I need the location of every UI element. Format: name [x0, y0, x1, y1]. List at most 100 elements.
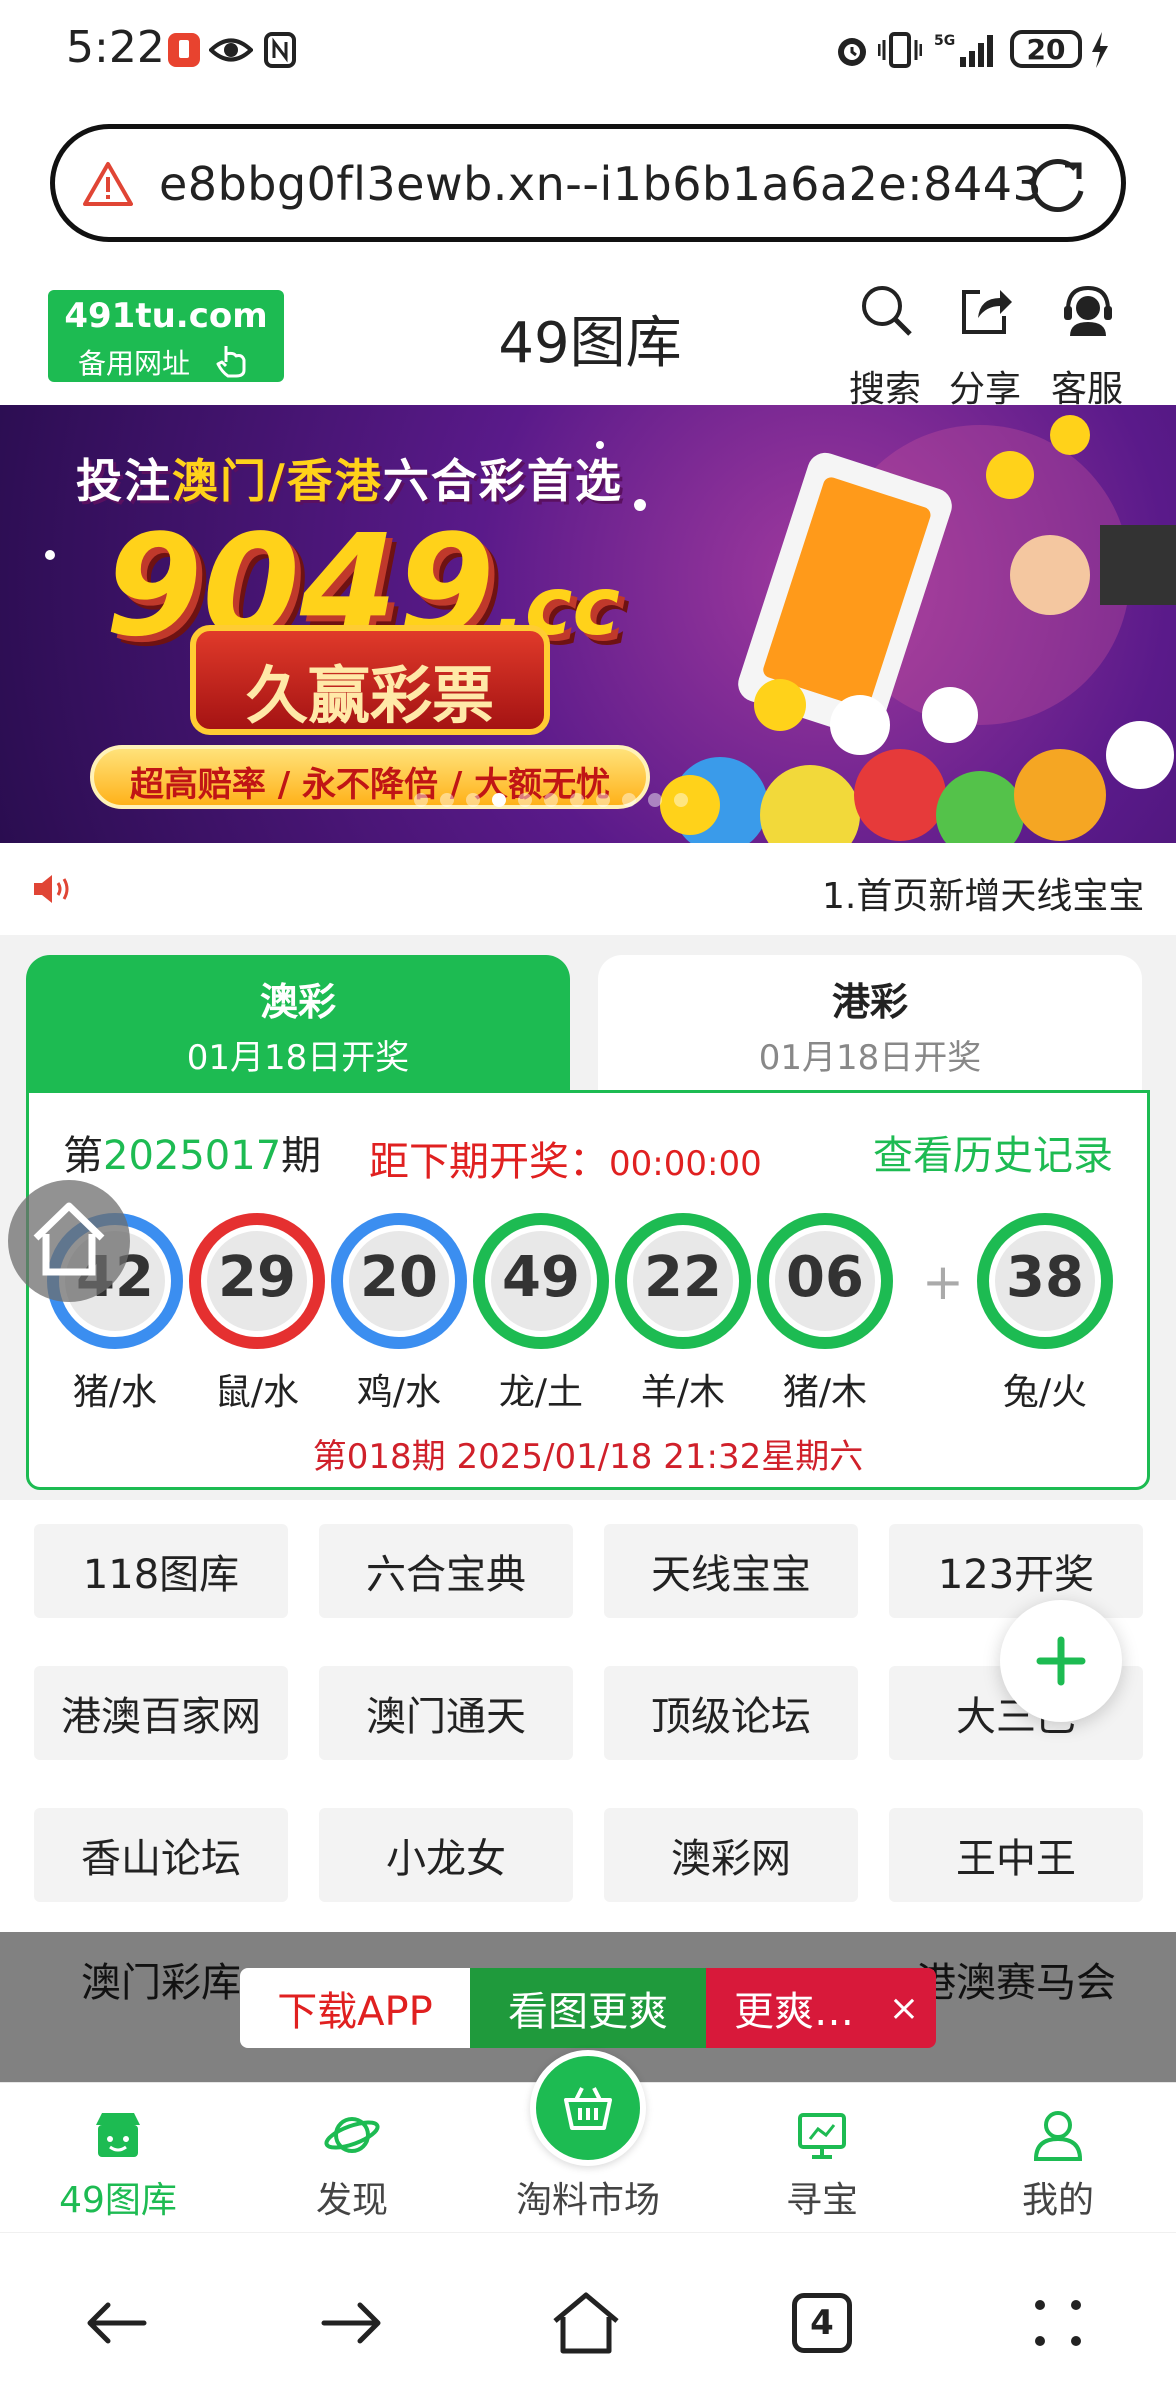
history-link[interactable]: 查看历史记录: [873, 1123, 1113, 1181]
nav-discover[interactable]: 发现: [252, 2083, 452, 2233]
status-bar: 5:22 5G 20: [0, 0, 1176, 100]
user-icon: [1033, 2111, 1083, 2161]
back-arrow-icon: [87, 2302, 147, 2344]
charging-icon: [1088, 30, 1112, 70]
battery-indicator: 20: [1010, 30, 1082, 68]
app-promo-bar[interactable]: 下载APP 看图更爽 更爽… ×: [240, 1968, 936, 2048]
grid-link[interactable]: 123开奖: [889, 1524, 1143, 1618]
download-app-button[interactable]: 下载APP: [240, 1968, 470, 2048]
tab-date: 01月18日开奖: [758, 1038, 982, 1078]
tab-date: 01月18日开奖: [186, 1038, 410, 1078]
floating-home-button[interactable]: [8, 1180, 130, 1302]
grid-link[interactable]: 小龙女: [319, 1808, 573, 1902]
site-header: 491tu.com 备用网址 49图库 搜索 分享 客服: [0, 270, 1176, 410]
app-notification-icon: [166, 30, 202, 70]
tab-count: 4: [792, 2293, 852, 2353]
ball-zodiac: 猪/水: [72, 1372, 158, 1413]
nav-label: 发现: [315, 2180, 388, 2221]
grid-link[interactable]: 王中王: [889, 1808, 1143, 1902]
banner-slogan: 超高赔率 / 永不降倍 / 大额无忧: [129, 765, 611, 805]
plus-separator: +: [922, 1253, 964, 1311]
grid-link[interactable]: 六合宝典: [319, 1524, 573, 1618]
headset-icon: [1064, 285, 1112, 336]
monitor-icon: [798, 2113, 846, 2159]
grid-link[interactable]: 顶级论坛: [604, 1666, 858, 1760]
carousel-dot[interactable]: [674, 793, 688, 807]
carousel-dot[interactable]: [414, 793, 428, 807]
grid-link[interactable]: 港澳百家网: [34, 1666, 288, 1760]
market-center-button[interactable]: [530, 2050, 646, 2166]
ball-zodiac: 猪/木: [782, 1372, 868, 1413]
nav-49-gallery[interactable]: 49图库: [18, 2083, 218, 2233]
vibrate-icon: [878, 30, 922, 70]
notice-bar[interactable]: 1.首页新增天线宝宝: [0, 843, 1176, 935]
floating-add-button[interactable]: [1000, 1600, 1122, 1722]
basket-icon: [564, 2087, 612, 2130]
banner-name-plate: 久赢彩票: [190, 625, 550, 735]
lottery-ball: 20: [331, 1213, 467, 1349]
menu-button[interactable]: [1008, 2273, 1108, 2373]
address-bar[interactable]: e8bbg0fl3ewb.xn--i1b6b1a6a2e:8443: [50, 124, 1126, 242]
grid-link[interactable]: 天线宝宝: [604, 1524, 858, 1618]
link-grid: 118图库 六合宝典 天线宝宝 123开奖 港澳百家网 澳门通天 顶级论坛 大三…: [0, 1500, 1176, 1940]
section-divider: [0, 935, 1176, 955]
ball-zodiac: 鼠/水: [214, 1372, 300, 1413]
grid-link[interactable]: 香山论坛: [34, 1808, 288, 1902]
forward-button[interactable]: [302, 2273, 402, 2373]
eye-icon: [208, 30, 254, 70]
grid-menu-icon: [1035, 2300, 1081, 2346]
period-label: 第2025017期: [63, 1133, 322, 1179]
forward-arrow-icon: [321, 2302, 381, 2344]
customer-service-button[interactable]: 客服: [1042, 282, 1132, 410]
svg-text:5G: 5G: [934, 33, 955, 49]
countdown: 距下期开奖：00:00:00: [369, 1139, 762, 1185]
signal-icon: 5G: [934, 30, 1000, 70]
nav-treasure[interactable]: 寻宝: [722, 2083, 922, 2233]
backup-url-button[interactable]: 491tu.com 备用网址: [48, 290, 284, 382]
home-button[interactable]: [536, 2273, 636, 2373]
tab-macau[interactable]: 澳彩 01月18日开奖: [26, 955, 570, 1090]
grid-link[interactable]: 澳门通天: [319, 1666, 573, 1760]
tabs-button[interactable]: 4: [772, 2273, 872, 2373]
planet-icon: [324, 2117, 380, 2153]
special-ball-zodiac: 兔/火: [1002, 1372, 1088, 1413]
carousel-dot[interactable]: [544, 793, 558, 807]
status-time: 5:22: [66, 22, 165, 73]
store-icon: [96, 2113, 140, 2157]
banner-name: 久赢彩票: [245, 659, 494, 732]
back-button[interactable]: [66, 2273, 166, 2373]
lottery-ball: 06: [757, 1213, 893, 1349]
grid-link[interactable]: 118图库: [34, 1524, 288, 1618]
carousel-dot[interactable]: [440, 793, 454, 807]
warning-icon[interactable]: [83, 161, 133, 211]
lottery-ball: 22: [615, 1213, 751, 1349]
banner-headline: 投注澳门/香港六合彩首选: [76, 454, 623, 508]
tab-hongkong[interactable]: 港彩 01月18日开奖: [598, 955, 1142, 1090]
carousel-dot[interactable]: [518, 793, 532, 807]
ball-zodiac: 龙/土: [498, 1372, 584, 1413]
backup-label: 备用网址: [78, 347, 191, 380]
lottery-ball: 29: [189, 1213, 325, 1349]
notice-text: 1.首页新增天线宝宝: [822, 876, 1145, 917]
carousel-dot[interactable]: [596, 793, 610, 807]
carousel-dot[interactable]: [648, 793, 662, 807]
promo-banner[interactable]: 投注澳门/香港六合彩首选 9049.cc 久赢彩票 超高赔率 / 永不降倍 / …: [0, 405, 1176, 843]
share-button[interactable]: 分享: [940, 282, 1030, 410]
carousel-dot[interactable]: [466, 793, 480, 807]
draw-result-card: 第2025017期 距下期开奖：00:00:00 查看历史记录 42 猪/水 2…: [26, 1090, 1150, 1490]
carousel-dot-active[interactable]: [492, 793, 506, 807]
nav-profile[interactable]: 我的: [958, 2083, 1158, 2233]
grid-link[interactable]: 澳彩网: [604, 1808, 858, 1902]
system-nav-bar: 4: [0, 2232, 1176, 2400]
carousel-dot[interactable]: [622, 793, 636, 807]
nav-label: 我的: [1021, 2180, 1094, 2221]
view-better-button[interactable]: 看图更爽: [470, 1968, 706, 2048]
banner-slogan-plate: 超高赔率 / 永不降倍 / 大额无忧: [90, 745, 650, 809]
carousel-dot[interactable]: [570, 793, 584, 807]
search-button[interactable]: 搜索: [840, 282, 930, 410]
close-promo-button[interactable]: ×: [874, 1968, 934, 2048]
speaker-icon: [32, 871, 74, 911]
reload-icon[interactable]: [1025, 151, 1091, 221]
next-draw-info: 第018期 2025/01/18 21:32星期六: [312, 1437, 864, 1477]
url-text[interactable]: e8bbg0fl3ewb.xn--i1b6b1a6a2e:8443: [159, 157, 1042, 211]
